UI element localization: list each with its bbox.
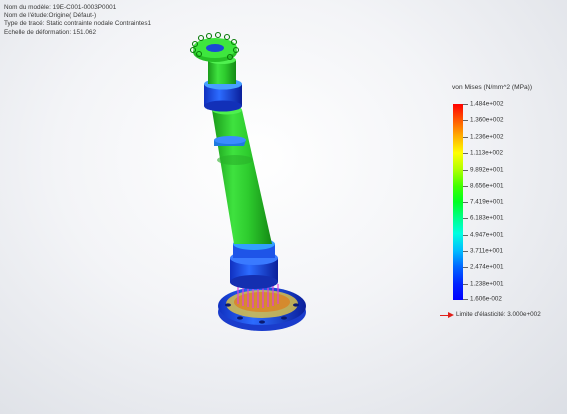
legend-tick — [463, 251, 468, 252]
legend-label: 9.892e+001 — [470, 166, 504, 174]
legend-label: 4.947e+001 — [470, 231, 504, 239]
yield-strength-label: Limite d'élasticité: 3.000e+002 — [456, 311, 541, 318]
top-flange — [193, 38, 237, 62]
legend-label: 3.711e+001 — [470, 247, 503, 255]
legend-tick — [463, 267, 468, 268]
legend-label: 2.474e+001 — [470, 263, 504, 271]
legend-title: von Mises (N/mm^2 (MPa)) — [452, 84, 533, 91]
yield-arrow-icon — [448, 312, 454, 318]
legend-label: 1.360e+002 — [470, 116, 504, 124]
legend-label: 7.419e+001 — [470, 198, 504, 206]
stress-colorbar — [453, 104, 463, 300]
legend-label: 8.656e+001 — [470, 182, 504, 190]
legend-tick — [463, 120, 468, 121]
legend-label: 1.606e-002 — [470, 295, 502, 303]
legend-tick — [463, 299, 468, 300]
base-flange — [218, 287, 306, 331]
legend-tick — [463, 104, 468, 105]
legend-label: 1.236e+002 — [470, 133, 504, 141]
legend-tick — [463, 186, 468, 187]
legend-tick — [463, 202, 468, 203]
shaft — [212, 105, 272, 244]
legend-tick — [463, 235, 468, 236]
lower-collar — [230, 238, 278, 289]
legend-tick — [463, 170, 468, 171]
upper-collar — [204, 56, 242, 112]
fea-model-view[interactable] — [0, 0, 567, 414]
legend-tick — [463, 284, 468, 285]
legend-tick — [463, 137, 468, 138]
legend-tick — [463, 153, 468, 154]
legend-label: 1.113e+002 — [470, 149, 503, 157]
legend-tick — [463, 218, 468, 219]
legend-label: 1.484e+002 — [470, 100, 504, 108]
legend-label: 6.183e+001 — [470, 214, 504, 222]
legend-label: 1.238e+001 — [470, 280, 504, 288]
